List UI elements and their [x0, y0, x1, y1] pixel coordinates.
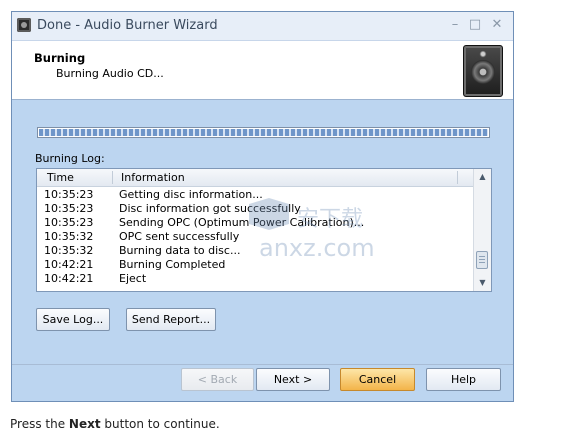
- column-header-time[interactable]: Time: [47, 171, 74, 184]
- step-title: Burning: [34, 51, 86, 65]
- log-time: 10:42:21: [44, 272, 94, 285]
- log-row[interactable]: 10:35:32 Burning data to disc...: [37, 244, 475, 258]
- log-time: 10:42:21: [44, 258, 94, 271]
- close-button[interactable]: ✕: [488, 16, 506, 34]
- log-row[interactable]: 10:42:21 Burning Completed: [37, 258, 475, 272]
- column-header-information[interactable]: Information: [121, 171, 185, 184]
- title-bar[interactable]: Done - Audio Burner Wizard – □ ✕: [12, 12, 513, 41]
- help-button[interactable]: Help: [426, 368, 501, 391]
- log-header: Time Information: [37, 169, 475, 187]
- log-row[interactable]: 10:35:23 Disc information got successfull…: [37, 202, 475, 216]
- log-row[interactable]: 10:42:21 Eject: [37, 272, 475, 286]
- caption-prefix: Press the: [10, 417, 69, 431]
- log-row[interactable]: 10:35:23 Getting disc information...: [37, 188, 475, 202]
- log-scrollbar[interactable]: ▲ ▼: [473, 169, 491, 291]
- send-report-button[interactable]: Send Report...: [126, 308, 216, 331]
- log-time: 10:35:23: [44, 216, 94, 229]
- log-information: OPC sent successfully: [119, 230, 240, 243]
- header-panel: Burning Burning Audio CD...: [12, 41, 513, 100]
- cancel-button[interactable]: Cancel: [340, 368, 415, 391]
- burning-log-list[interactable]: Time Information 10:35:23 Getting disc in…: [36, 168, 492, 292]
- burn-progress-bar: [37, 127, 490, 138]
- back-button[interactable]: < Back: [181, 368, 254, 391]
- speaker-app-icon: [17, 18, 31, 32]
- log-information: Getting disc information...: [119, 188, 263, 201]
- scroll-up-icon[interactable]: ▲: [474, 169, 491, 185]
- wizard-window: Done - Audio Burner Wizard – □ ✕ Burning…: [11, 11, 514, 402]
- log-row[interactable]: 10:35:23 Sending OPC (Optimum Power Calib…: [37, 216, 475, 230]
- column-separator[interactable]: [457, 171, 458, 184]
- log-information: Eject: [119, 272, 147, 285]
- next-button[interactable]: Next >: [256, 368, 330, 391]
- minimize-button[interactable]: –: [446, 16, 464, 34]
- speaker-icon: [463, 45, 503, 97]
- log-information: Burning Completed: [119, 258, 226, 271]
- save-log-button[interactable]: Save Log...: [36, 308, 110, 331]
- instruction-caption: Press the Next button to continue.: [10, 417, 220, 431]
- log-time: 10:35:32: [44, 230, 94, 243]
- caption-suffix: button to continue.: [100, 417, 220, 431]
- scroll-thumb[interactable]: [476, 251, 488, 269]
- column-separator[interactable]: [112, 171, 113, 184]
- maximize-button[interactable]: □: [466, 16, 484, 34]
- speaker-cone: [471, 60, 495, 84]
- log-time: 10:35:23: [44, 202, 94, 215]
- progress-fill: [39, 129, 488, 136]
- step-subtitle: Burning Audio CD...: [56, 67, 164, 80]
- log-information: Disc information got successfully: [119, 202, 301, 215]
- log-information: Sending OPC (Optimum Power Calibration).…: [119, 216, 365, 229]
- caption-bold: Next: [68, 417, 101, 431]
- log-rows: 10:35:23 Getting disc information... 10:35…: [37, 188, 475, 286]
- log-row[interactable]: 10:35:32 OPC sent successfully: [37, 230, 475, 244]
- scroll-down-icon[interactable]: ▼: [474, 275, 491, 291]
- burning-log-label: Burning Log:: [35, 152, 105, 165]
- log-information: Burning data to disc...: [119, 244, 241, 257]
- footer-divider: [12, 364, 513, 365]
- log-time: 10:35:23: [44, 188, 94, 201]
- window-title: Done - Audio Burner Wizard: [37, 18, 218, 33]
- speaker-tweeter: [479, 50, 487, 58]
- log-time: 10:35:32: [44, 244, 94, 257]
